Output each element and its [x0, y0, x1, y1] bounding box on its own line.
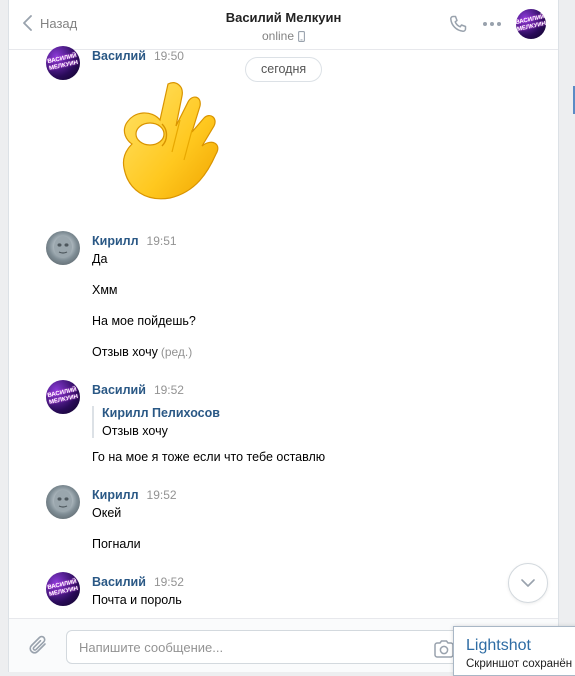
message-text: На мое пойдешь? — [92, 314, 196, 328]
author-name[interactable]: Василий — [92, 49, 146, 63]
chevron-down-icon — [521, 579, 535, 587]
camera-icon[interactable] — [433, 640, 455, 658]
message-time[interactable]: 19:52 — [147, 488, 177, 502]
avatar[interactable]: ВАСИЛИЙ МЕЛКУИН — [46, 380, 80, 414]
message-time[interactable]: 19:51 — [147, 234, 177, 248]
notification-title: Lightshot — [466, 637, 531, 654]
mobile-icon — [298, 30, 305, 42]
paperclip-icon[interactable] — [27, 634, 51, 658]
message-header: Василий 19:52 — [92, 575, 184, 589]
avatar-logo-text: ВАСИЛИЙ МЕЛКУИН — [516, 14, 546, 33]
avatar[interactable]: ВАСИЛИЙ МЕЛКУИН — [46, 46, 80, 80]
header-avatar[interactable]: ВАСИЛИЙ МЕЛКУИН — [516, 9, 546, 39]
message-text: Почта и пороль — [92, 593, 182, 607]
online-status: online — [262, 29, 305, 43]
message-text: Го на мое я тоже если что тебе оставлю — [92, 450, 326, 464]
avatar[interactable]: ВАСИЛИЙ МЕЛКУИН — [46, 572, 80, 606]
more-icon[interactable] — [482, 21, 502, 27]
message-text: Окей — [92, 506, 122, 520]
message-time[interactable]: 19:50 — [154, 49, 184, 63]
quote-text: Отзыв хочу — [102, 424, 168, 438]
avatar[interactable] — [46, 231, 80, 265]
chat-window: Назад Василий Мелкуин online ВАСИЛИЙ МЕЛ… — [8, 0, 559, 672]
chat-header: Назад Василий Мелкуин online ВАСИЛИЙ МЕЛ… — [9, 0, 558, 50]
quoted-message[interactable]: Кирилл Пелихосов Отзыв хочу — [92, 406, 220, 438]
message-text-edited: Отзыв хочу (ред.) — [92, 345, 192, 359]
face-photo-icon — [54, 490, 72, 512]
message-text: Погнали — [92, 537, 141, 551]
message-time[interactable]: 19:52 — [154, 575, 184, 589]
author-name[interactable]: Василий — [92, 575, 146, 589]
author-name[interactable]: Кирилл — [92, 488, 139, 502]
lightshot-notification[interactable]: Lightshot Скриншот сохранён — [453, 626, 575, 676]
message-input[interactable] — [66, 630, 461, 664]
message-text: Хмм — [92, 283, 118, 297]
status-text: online — [261, 29, 295, 43]
quote-author[interactable]: Кирилл Пелихосов — [102, 406, 220, 420]
phone-icon[interactable] — [448, 14, 468, 34]
date-divider: сегодня — [245, 57, 323, 82]
ok-hand-emoji-sticker — [122, 82, 219, 200]
author-name[interactable]: Василий — [92, 383, 146, 397]
face-photo-icon — [54, 236, 72, 258]
header-actions: ВАСИЛИЙ МЕЛКУИН — [448, 9, 546, 39]
message-header: Кирилл 19:52 — [92, 488, 177, 502]
message-header: Кирилл 19:51 — [92, 234, 177, 248]
edited-label[interactable]: (ред.) — [161, 345, 192, 359]
notification-subtitle: Скриншот сохранён — [466, 658, 573, 670]
message-text: Да — [92, 252, 108, 266]
message-time[interactable]: 19:52 — [154, 383, 184, 397]
author-name[interactable]: Кирилл — [92, 234, 139, 248]
message-header: Василий 19:50 — [92, 49, 184, 63]
scroll-down-button[interactable] — [508, 563, 548, 603]
message-header: Василий 19:52 — [92, 383, 184, 397]
message-text: Отзыв хочу — [92, 345, 158, 359]
avatar[interactable] — [46, 485, 80, 519]
